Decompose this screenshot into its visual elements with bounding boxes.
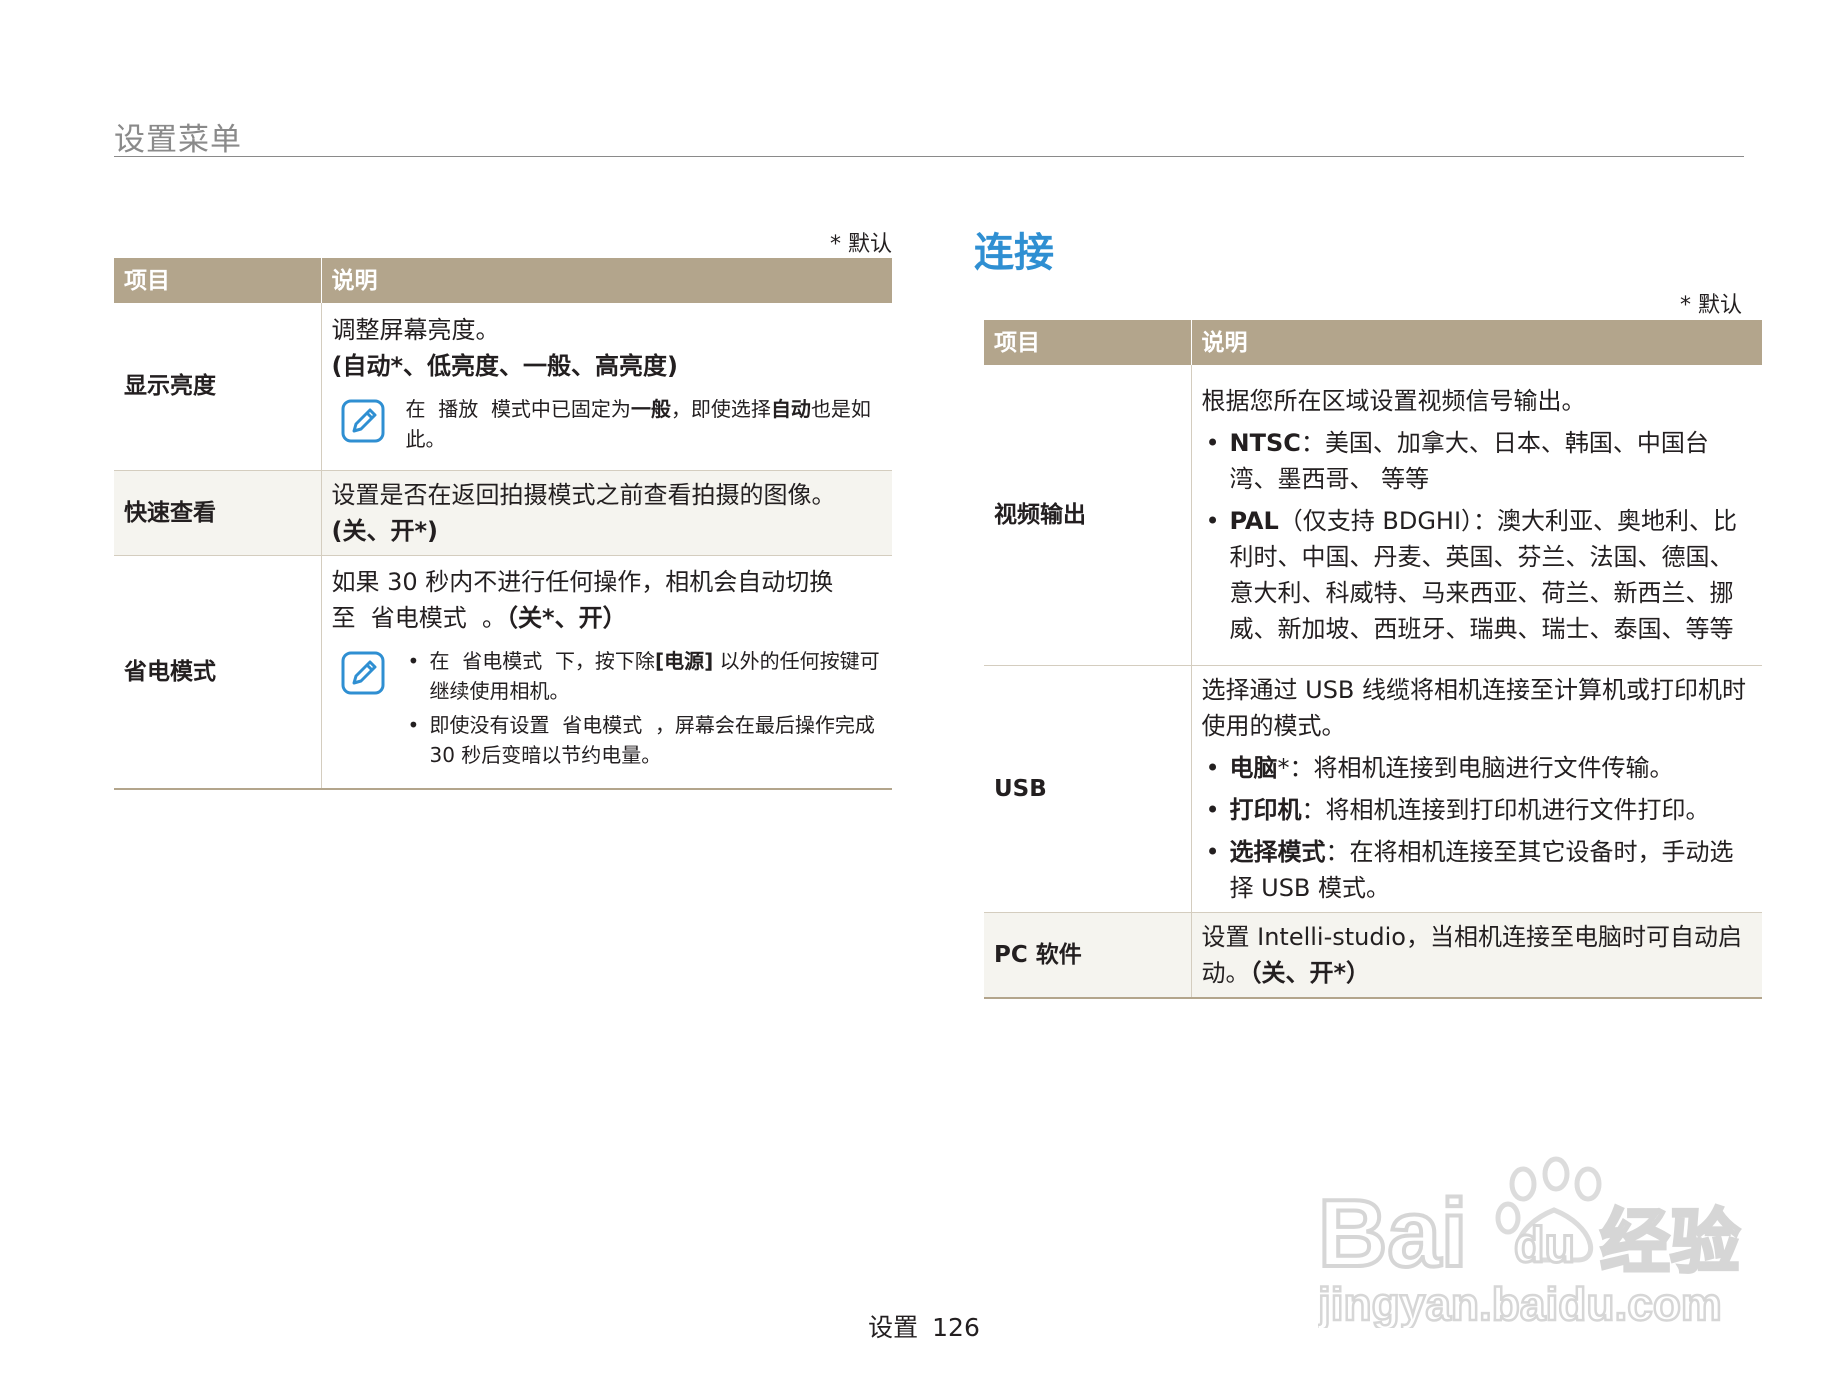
bullet-item-computer: 电脑*：将相机连接到电脑进行文件传输。 (1202, 750, 1753, 786)
description-intro: 选择通过 USB 线缆将相机连接至计算机或打印机时使用的模式。 (1201, 675, 1747, 740)
table-row-video-output: 视频输出 根据您所在区域设置视频信号输出。 NTSC：美国、加拿大、日本、韩国、… (984, 365, 1762, 666)
note-pencil-icon (341, 651, 384, 695)
row-description: 设置是否在返回拍摄模式之前查看拍摄的图像。 (关、开*) (321, 470, 892, 556)
column-header-description: 说明 (320, 258, 892, 303)
note-list: 在 省电模式 下，按下除[电源] 以外的任何按键可继续使用相机。 即使没有设置 … (406, 646, 883, 774)
bullet-list: NTSC：美国、加拿大、日本、韩国、中国台湾、墨西哥、 等等 PAL（仅支持 B… (1202, 425, 1753, 647)
note-text: 在 播放 模式中已固定为一般，即使选择自动也是如此。 (406, 394, 883, 454)
description-options: (关、开*) (331, 516, 439, 545)
svg-text:经验: 经验 (1600, 1201, 1740, 1283)
right-connection-table: 项目 说明 视频输出 根据您所在区域设置视频信号输出。 NTSC：美国、加拿大、… (984, 320, 1762, 999)
svg-text:du: du (1514, 1217, 1575, 1273)
table-row-usb: USB 选择通过 USB 线缆将相机连接至计算机或打印机时使用的模式。 电脑*：… (984, 665, 1762, 913)
table-row-display-brightness: 显示亮度 调整屏幕亮度。 (自动*、低亮度、一般、高亮度) 在 播放 模式中已固… (114, 303, 892, 471)
left-settings-table: 项目 说明 显示亮度 调整屏幕亮度。 (自动*、低亮度、一般、高亮度) 在 播放… (114, 258, 892, 790)
bullet-item-ntsc: NTSC：美国、加拿大、日本、韩国、中国台湾、墨西哥、 等等 (1202, 425, 1753, 497)
table-row-power-saving: 省电模式 如果 30 秒内不进行任何操作，相机会自动切换至 省电模式 。（关*、… (114, 555, 892, 790)
row-description: 根据您所在区域设置视频信号输出。 NTSC：美国、加拿大、日本、韩国、中国台湾、… (1191, 365, 1762, 666)
note-power-button: [电源] (654, 648, 714, 673)
note-text-part: 在 (429, 648, 450, 673)
note-text-part: 模式中已固定为 (490, 397, 631, 422)
column-header-item: 项目 (114, 258, 321, 303)
bullet-text: *：将相机连接到电脑进行文件传输。 (1277, 753, 1674, 782)
note-box: 在 省电模式 下，按下除[电源] 以外的任何按键可继续使用相机。 即使没有设置 … (332, 646, 883, 774)
bullet-label: 打印机 (1229, 795, 1302, 824)
row-item-label: 显示亮度 (114, 303, 322, 471)
description-text: 设置是否在返回拍摄模式之前查看拍摄的图像。 (331, 480, 836, 509)
svg-text:Bai: Bai (1318, 1180, 1467, 1287)
note-mode-name: 省电模式 (562, 712, 643, 737)
table-header-row: 项目 说明 (114, 258, 892, 303)
page-header-title: 设置菜单 (114, 122, 242, 158)
page-number: 126 (932, 1313, 980, 1342)
note-mode-name: 省电模式 (462, 648, 543, 673)
description-line: 调整屏幕亮度。 (331, 316, 500, 345)
svg-text:jingyan.baidu.com: jingyan.baidu.com (1318, 1278, 1722, 1328)
note-box: 在 播放 模式中已固定为一般，即使选择自动也是如此。 (332, 394, 883, 454)
description-mode-name: 省电模式 (370, 603, 467, 632)
bullet-label: 选择模式 (1229, 837, 1326, 866)
description-text: 如果 30 秒内不进行任何操作，相机会自动切换至 省电模式 。（关*、开） (332, 564, 883, 636)
note-bold-value: 一般 (630, 397, 671, 422)
bullet-item-select-mode: 选择模式：在将相机连接至其它设备时，手动选择 USB 模式。 (1202, 834, 1753, 906)
bullet-label: PAL (1229, 506, 1279, 535)
note-list-item: 在 省电模式 下，按下除[电源] 以外的任何按键可继续使用相机。 (406, 646, 883, 706)
section-title-connection: 连接 (974, 230, 1054, 276)
header-divider (114, 156, 1744, 157)
row-description: 设置 Intelli-studio，当相机连接至电脑时可自动启动。（关、开*） (1191, 912, 1762, 999)
table-row-pc-software: PC 软件 设置 Intelli-studio，当相机连接至电脑时可自动启动。（… (984, 912, 1762, 999)
note-list-item: 即使没有设置 省电模式 ，屏幕会在最后操作完成 30 秒后变暗以节约电量。 (406, 710, 883, 770)
note-text-part: 即使没有设置 (429, 712, 550, 737)
note-text-part: 下，按下除 (554, 648, 655, 673)
description-intro: 根据您所在区域设置视频信号输出。 (1201, 386, 1586, 415)
row-item-label: 快速查看 (114, 470, 322, 556)
description-text-part: 。 (482, 603, 507, 632)
note-mode-name: 播放 (438, 397, 479, 422)
bullet-label: NTSC (1229, 428, 1301, 457)
description-options: （关、开*） (1249, 958, 1371, 987)
description-options: （关*、开） (506, 603, 627, 632)
row-item-label: PC 软件 (984, 912, 1192, 999)
table-header-row: 项目 说明 (984, 320, 1762, 365)
bullet-label: 电脑 (1229, 753, 1278, 782)
note-pencil-icon (341, 399, 384, 443)
note-text-part: 在 (405, 397, 426, 422)
column-header-description: 说明 (1190, 320, 1762, 365)
row-description: 调整屏幕亮度。 (自动*、低亮度、一般、高亮度) 在 播放 模式中已固定为一般，… (321, 303, 892, 471)
column-header-item: 项目 (984, 320, 1191, 365)
bullet-item-pal: PAL（仅支持 BDGHI）：澳大利亚、奥地利、比利时、中国、丹麦、英国、芬兰、… (1202, 503, 1753, 647)
footer-section-label: 设置 (868, 1313, 919, 1342)
left-default-note: * 默认 (830, 232, 892, 257)
row-description: 如果 30 秒内不进行任何操作，相机会自动切换至 省电模式 。（关*、开） 在 … (321, 555, 892, 790)
table-row-quick-view: 快速查看 设置是否在返回拍摄模式之前查看拍摄的图像。 (关、开*) (114, 470, 892, 556)
bullet-item-printer: 打印机：将相机连接到打印机进行文件打印。 (1202, 792, 1753, 828)
bullet-text: ：将相机连接到打印机进行文件打印。 (1301, 795, 1710, 824)
note-text-part: ，即使选择 (670, 397, 771, 422)
bullet-text: ：美国、加拿大、日本、韩国、中国台湾、墨西哥、 等等 (1229, 428, 1709, 493)
row-item-label: 省电模式 (114, 555, 322, 790)
bullet-text: （仅支持 BDGHI）：澳大利亚、奥地利、比利时、中国、丹麦、英国、芬兰、法国、… (1229, 506, 1738, 643)
row-item-label: 视频输出 (984, 365, 1192, 666)
bullet-list: 电脑*：将相机连接到电脑进行文件传输。 打印机：将相机连接到打印机进行文件打印。… (1202, 750, 1753, 906)
note-bold-value: 自动 (770, 397, 811, 422)
description-options: (自动*、低亮度、一般、高亮度) (331, 352, 679, 381)
row-description: 选择通过 USB 线缆将相机连接至计算机或打印机时使用的模式。 电脑*：将相机连… (1191, 665, 1762, 913)
row-item-label: USB (984, 665, 1192, 913)
baidu-watermark-logo: Bai du 经验 jingyan.baidu.com (1318, 1156, 1742, 1328)
right-default-note: * 默认 (1680, 293, 1742, 318)
